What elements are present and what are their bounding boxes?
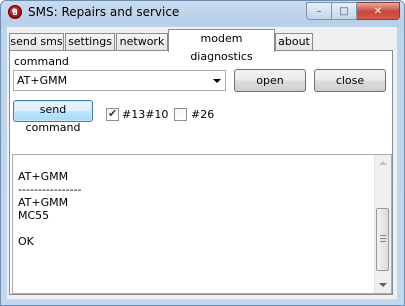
grip-line bbox=[380, 235, 386, 236]
crlf-checkbox[interactable]: ✔ bbox=[106, 107, 119, 121]
caption-buttons: – □ ✕ bbox=[306, 2, 400, 20]
dropdown-arrow-icon[interactable] bbox=[213, 79, 221, 83]
tab-network[interactable]: network bbox=[116, 33, 168, 51]
modem-diagnostics-panel: command AT+GMM open close send command ✔… bbox=[9, 50, 393, 295]
command-label: command bbox=[14, 55, 69, 68]
output-line: AT+GMM bbox=[18, 170, 69, 183]
ctrlz-checkbox[interactable] bbox=[174, 108, 187, 121]
tab-about[interactable]: about bbox=[275, 33, 313, 51]
close-window-button[interactable]: ✕ bbox=[357, 2, 400, 20]
tab-settings[interactable]: settings bbox=[65, 33, 115, 51]
app-window: SMS: Repairs and service – □ ✕ send sms … bbox=[0, 0, 405, 306]
window-title: SMS: Repairs and service bbox=[28, 5, 180, 19]
output-line: ---------------- bbox=[18, 183, 82, 196]
command-value: AT+GMM bbox=[17, 74, 68, 87]
open-button[interactable]: open bbox=[234, 69, 306, 92]
close-icon: ✕ bbox=[373, 5, 383, 17]
crlf-checkbox-label[interactable]: #13#10 bbox=[122, 108, 168, 121]
tab-send-sms[interactable]: send sms bbox=[9, 33, 64, 51]
output-line: MC55 bbox=[18, 209, 50, 222]
vertical-scrollbar[interactable] bbox=[374, 155, 391, 293]
minimize-icon: – bbox=[316, 5, 322, 17]
grip-line bbox=[380, 238, 386, 239]
scroll-thumb[interactable] bbox=[376, 208, 389, 271]
app-icon bbox=[8, 5, 22, 19]
title-bar[interactable]: SMS: Repairs and service – □ ✕ bbox=[1, 1, 404, 25]
client-area: send sms settings network modem diagnost… bbox=[7, 27, 397, 299]
output-lines: AT+GMM ---------------- AT+GMM MC55 OK bbox=[18, 170, 373, 248]
maximize-icon: □ bbox=[339, 5, 349, 17]
grip-line bbox=[380, 241, 386, 242]
maximize-button[interactable]: □ bbox=[332, 2, 357, 20]
close-button[interactable]: close bbox=[314, 69, 386, 92]
output-textarea[interactable]: AT+GMM ---------------- AT+GMM MC55 OK bbox=[12, 154, 392, 294]
output-line: AT+GMM bbox=[18, 196, 69, 209]
ctrlz-checkbox-label[interactable]: #26 bbox=[191, 108, 214, 121]
tab-modem-diagnostics[interactable]: modem diagnostics bbox=[168, 29, 275, 63]
output-line: OK bbox=[18, 235, 34, 248]
send-command-button[interactable]: send command bbox=[13, 100, 93, 134]
command-combobox[interactable]: AT+GMM bbox=[13, 70, 226, 91]
scroll-up-arrow-icon[interactable] bbox=[379, 161, 387, 165]
checkmark-icon: ✔ bbox=[108, 107, 118, 120]
scroll-down-arrow-icon[interactable] bbox=[379, 283, 387, 287]
minimize-button[interactable]: – bbox=[306, 2, 332, 20]
